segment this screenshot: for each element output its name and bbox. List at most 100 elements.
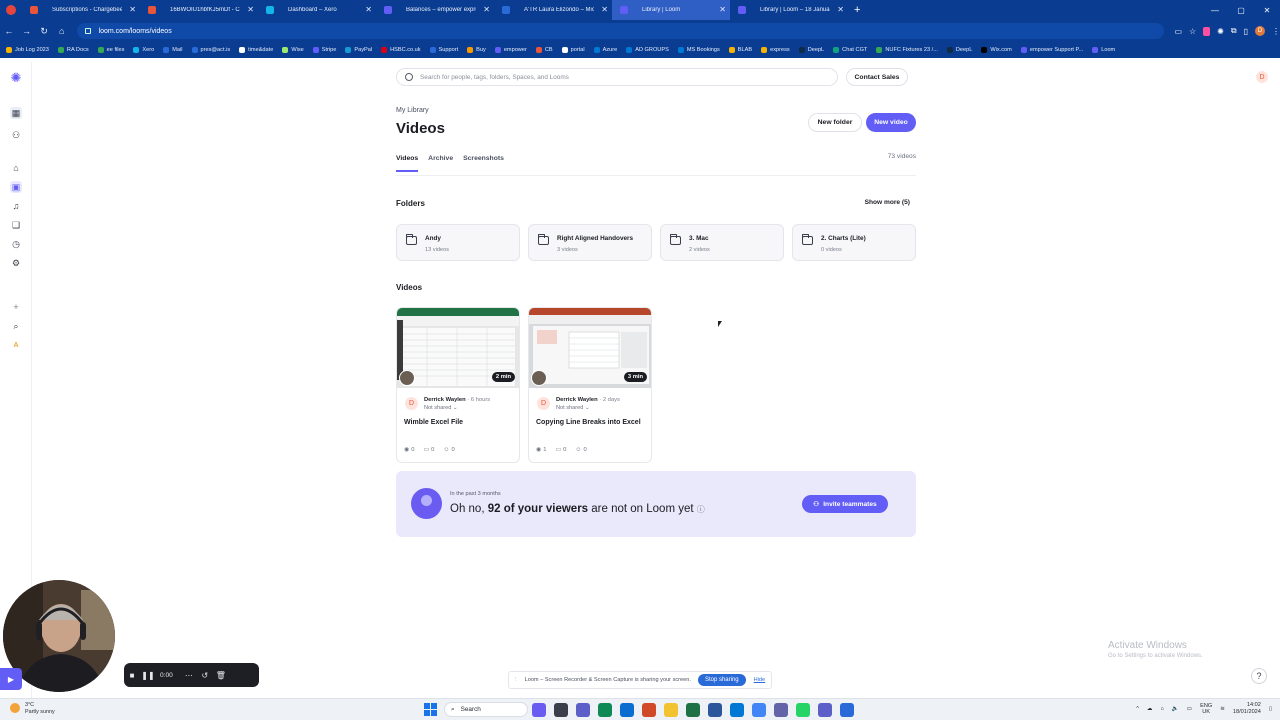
bookmark-item[interactable]: NUFC Fixtures 23 /...: [876, 47, 938, 53]
browser-tab[interactable]: A'TR Laura Elizondo – Microsoft ✕: [494, 0, 612, 20]
profile-avatar[interactable]: D: [1255, 26, 1265, 36]
browser-tab[interactable]: 16BWOIU1hbfKJ5mDf - Custon ✕: [140, 0, 258, 20]
history-clock-icon[interactable]: ◷: [10, 238, 22, 250]
author-name[interactable]: Derrick Waylen: [556, 397, 598, 403]
bookmark-item[interactable]: Support: [429, 47, 458, 53]
video-thumbnail[interactable]: 3 min: [529, 308, 651, 388]
bookmark-item[interactable]: Azure: [593, 47, 617, 53]
bookmark-star-icon[interactable]: ☆: [1189, 27, 1196, 36]
taskbar-search[interactable]: ⌕ Search: [444, 702, 528, 717]
bookmark-item[interactable]: empower Support P...: [1020, 47, 1083, 53]
browser-tab[interactable]: Dashboard – Xero ✕: [258, 0, 376, 20]
close-window-icon[interactable]: ✕: [1254, 6, 1280, 15]
breadcrumb[interactable]: My Library: [396, 107, 429, 114]
drawing-grid-icon[interactable]: ⋯: [181, 671, 197, 680]
close-tab-icon[interactable]: ✕: [719, 5, 726, 15]
clock[interactable]: 14:02 18/01/2024: [1233, 702, 1261, 716]
bookmark-item[interactable]: RA Docs: [57, 47, 89, 53]
folder-card[interactable]: Andy 13 videos: [396, 224, 520, 261]
bookmark-item[interactable]: empower: [494, 47, 527, 53]
close-tab-icon[interactable]: ✕: [837, 5, 844, 15]
extension-icon[interactable]: [1203, 26, 1211, 36]
file-explorer-icon[interactable]: [664, 703, 678, 717]
restart-icon[interactable]: ↺: [197, 671, 213, 680]
loom-recorder-icon[interactable]: ▶: [0, 668, 22, 690]
reload-icon[interactable]: ↻: [35, 26, 53, 37]
bookmark-item[interactable]: AD GROUPS: [626, 47, 669, 53]
stop-recording-icon[interactable]: ■: [124, 671, 140, 680]
weather-widget[interactable]: 3°C Partly sunny: [10, 702, 55, 716]
bookmark-item[interactable]: Loom: [1092, 47, 1115, 53]
language-indicator[interactable]: ENG UK: [1200, 703, 1212, 715]
bookmark-item[interactable]: portal: [561, 47, 585, 53]
extensions-puzzle-icon[interactable]: ⧉: [1231, 26, 1237, 36]
bookmark-item[interactable]: Mail: [163, 47, 183, 53]
notifications-bell-icon[interactable]: ♫: [10, 200, 22, 212]
speaker-icon[interactable]: 🔈: [1172, 706, 1179, 712]
loom-logo-icon[interactable]: ✺: [9, 70, 23, 85]
video-card[interactable]: 2 min D Derrick Waylen · 6 hours Not sha…: [396, 307, 520, 463]
tab-archive[interactable]: Archive: [428, 155, 453, 172]
excel-icon[interactable]: [686, 703, 700, 717]
share-status-dropdown[interactable]: Not shared ⌄: [556, 405, 590, 411]
bookmark-item[interactable]: express: [761, 47, 790, 53]
info-icon[interactable]: ⓘ: [697, 505, 705, 514]
show-more-folders-button[interactable]: Show more (5): [852, 199, 910, 206]
notification-icon[interactable]: ▯: [1269, 706, 1272, 712]
search-input[interactable]: Search for people, tags, folders, Spaces…: [396, 68, 838, 86]
help-button[interactable]: ?: [1251, 668, 1267, 684]
folder-card[interactable]: 2. Charts (Lite) 0 videos: [792, 224, 916, 261]
browser-tab[interactable]: Balances – empower express – ✕: [376, 0, 494, 20]
bookmark-item[interactable]: PayPal: [345, 47, 372, 53]
bookmark-item[interactable]: HSBC.co.uk: [381, 47, 421, 53]
outlook-icon[interactable]: [730, 703, 744, 717]
workspace-icon[interactable]: ▦: [10, 107, 22, 119]
home-icon[interactable]: ⌂: [53, 26, 71, 36]
close-tab-icon[interactable]: ✕: [483, 5, 490, 15]
loom-extension-icon[interactable]: ✺: [1217, 27, 1224, 36]
search-spaces-icon[interactable]: ⌕: [10, 320, 22, 332]
bookmark-item[interactable]: pres@act.is: [191, 47, 230, 53]
back-icon[interactable]: ←: [0, 26, 18, 36]
close-tab-icon[interactable]: ✕: [129, 5, 136, 15]
library-nav-icon[interactable]: ▣: [10, 181, 22, 193]
new-folder-button[interactable]: New folder: [808, 113, 862, 132]
task-view-icon[interactable]: [554, 703, 568, 717]
video-thumbnail[interactable]: 2 min: [397, 308, 519, 388]
wifi-icon[interactable]: ≋: [1220, 706, 1225, 712]
drag-handle-icon[interactable]: ⋮: [513, 677, 519, 683]
cast-icon[interactable]: ▭: [1174, 27, 1182, 36]
edge-icon[interactable]: [598, 703, 612, 717]
bookmark-item[interactable]: Buy: [467, 47, 486, 53]
home-nav-icon[interactable]: ⌂: [10, 162, 22, 174]
calculator-icon[interactable]: [774, 703, 788, 717]
close-tab-icon[interactable]: ✕: [365, 5, 372, 15]
browser-tab[interactable]: Library | Loom – 18 January 20 ✕: [730, 0, 848, 20]
new-video-button[interactable]: New video: [866, 113, 916, 132]
browser-tab[interactable]: Library | Loom ✕: [612, 0, 730, 20]
chrome-icon[interactable]: [752, 703, 766, 717]
url-field[interactable]: loom.com/looms/videos: [76, 23, 1165, 39]
browser-tab[interactable]: Subscriptions - Chargebee ✕: [22, 0, 140, 20]
pause-icon[interactable]: ❚❚: [140, 671, 156, 680]
folder-card[interactable]: Right Aligned Handovers 3 videos: [528, 224, 652, 261]
whatsapp-icon[interactable]: [796, 703, 810, 717]
tray-chevron-icon[interactable]: ^: [1136, 706, 1139, 712]
bookmark-item[interactable]: Job Log 2023: [6, 47, 49, 53]
bookmark-item[interactable]: CB: [535, 47, 553, 53]
battery-icon[interactable]: ▭: [1187, 706, 1192, 712]
folder-card[interactable]: 3. Mac 2 videos: [660, 224, 784, 261]
share-status-dropdown[interactable]: Not shared ⌄: [424, 405, 458, 411]
tab-videos[interactable]: Videos: [396, 155, 419, 172]
space-a-icon[interactable]: A: [10, 339, 22, 351]
site-info-icon[interactable]: [84, 28, 91, 34]
maximize-icon[interactable]: ▢: [1228, 6, 1254, 15]
browser-menu-icon[interactable]: [0, 0, 22, 20]
delete-icon[interactable]: 🗑: [213, 671, 229, 680]
forward-icon[interactable]: →: [18, 26, 36, 36]
new-tab-button[interactable]: +: [848, 4, 866, 16]
bookmark-item[interactable]: time&date: [239, 47, 273, 53]
app-icon[interactable]: [620, 703, 634, 717]
bookmark-item[interactable]: Xero: [133, 47, 154, 53]
chrome-menu-icon[interactable]: ⋮: [1272, 27, 1280, 36]
